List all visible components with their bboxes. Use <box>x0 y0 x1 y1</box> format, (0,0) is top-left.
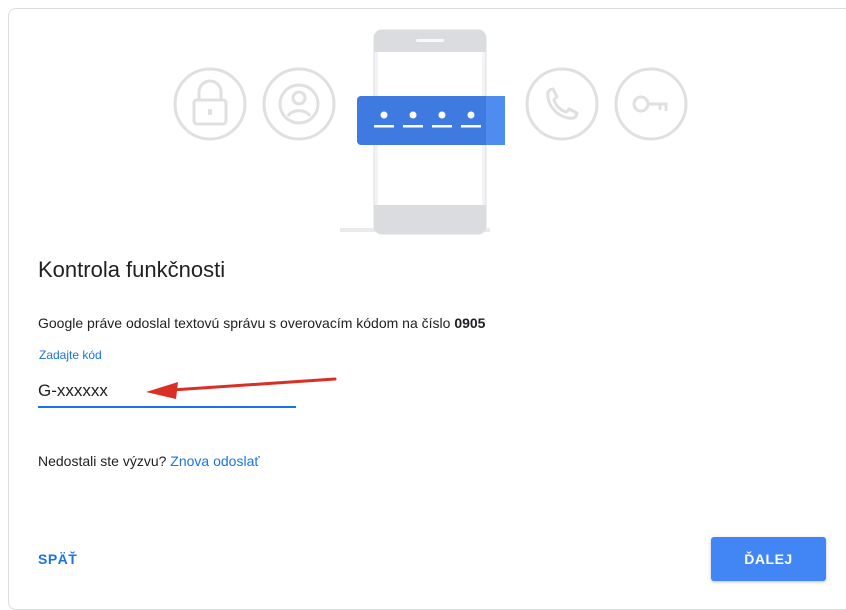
page-title: Kontrola funkčnosti <box>38 257 226 282</box>
account-icon <box>262 67 336 141</box>
next-button[interactable]: ĎALEJ <box>711 537 826 581</box>
phone-number: 0905 <box>454 315 486 331</box>
phone-icon <box>525 67 599 141</box>
lock-icon <box>173 67 247 141</box>
annotation-arrow <box>146 377 337 399</box>
message-text: Google práve odoslal textovú správu s ov… <box>38 315 455 331</box>
resend-line: Nedostali ste výzvu? Znova odoslať <box>38 453 260 469</box>
sms-sent-message: Google práve odoslal textovú správu s ov… <box>38 315 485 331</box>
key-icon <box>614 67 688 141</box>
back-button[interactable]: SPÄŤ <box>38 551 77 567</box>
code-bubble <box>357 96 505 145</box>
resend-prompt: Nedostali ste výzvu? <box>38 453 171 469</box>
verification-illustration <box>173 29 688 235</box>
resend-link[interactable]: Znova odoslať <box>170 453 259 469</box>
code-field-label: Zadajte kód <box>39 348 102 362</box>
